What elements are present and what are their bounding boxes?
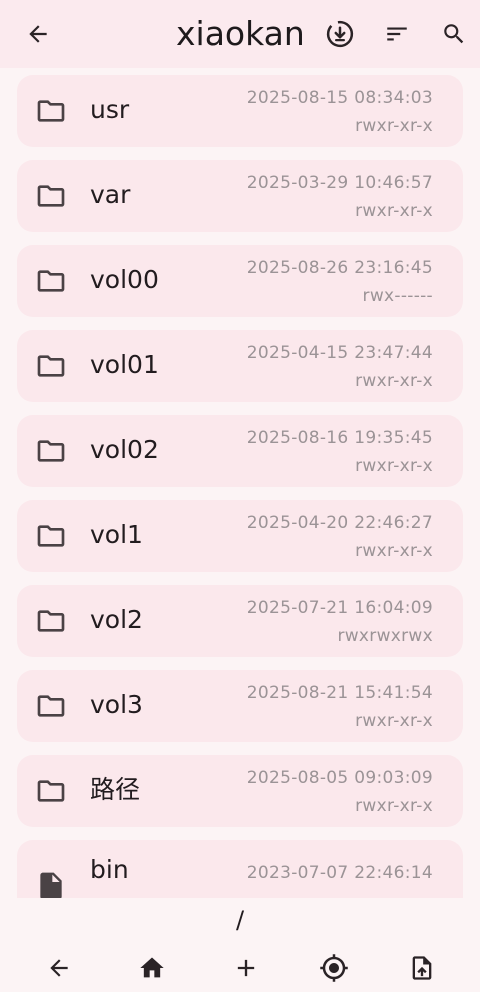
list-item[interactable]: vol2 2025-07-21 16:04:09 rwxrwxrwx (17, 585, 463, 657)
folder-icon (37, 185, 65, 207)
list-item[interactable]: vol00 2025-08-26 23:16:45 rwx------ (17, 245, 463, 317)
folder-icon (37, 355, 65, 377)
file-date: 2025-04-15 23:47:44 (246, 343, 433, 363)
nav-back-button[interactable] (39, 948, 79, 988)
folder-icon (37, 780, 65, 802)
list-item[interactable]: vol02 2025-08-16 19:35:45 rwxr-xr-x (17, 415, 463, 487)
list-item[interactable]: bin 2023-07-07 22:46:14 (17, 840, 463, 898)
back-button[interactable] (14, 10, 62, 58)
file-permissions: rwxrwxrwx (337, 626, 433, 646)
file-date: 2025-08-16 19:35:45 (246, 428, 433, 448)
add-icon (237, 959, 255, 977)
file-date: 2023-07-07 22:46:14 (246, 863, 433, 883)
download-circle-icon (326, 20, 354, 48)
folder-icon (37, 525, 65, 547)
home-icon (140, 957, 164, 978)
bottom-toolbar (0, 946, 480, 992)
file-date: 2025-08-05 09:03:09 (246, 768, 433, 788)
file-date: 2025-04-20 22:46:27 (246, 513, 433, 533)
gps-locate-icon (320, 954, 348, 982)
file-name: vol2 (90, 605, 143, 634)
folder-icon (37, 610, 65, 632)
file-date: 2025-08-15 08:34:03 (246, 88, 433, 108)
file-icon (40, 872, 62, 898)
file-name: 路径 (90, 775, 141, 804)
page-title: xiaokan (176, 14, 305, 53)
file-permissions: rwxr-xr-x (355, 371, 433, 391)
file-name: vol02 (90, 435, 159, 464)
file-permissions: rwxr-xr-x (355, 541, 433, 561)
arrow-back-icon (50, 959, 68, 977)
download-button[interactable] (316, 10, 364, 58)
sort-icon (387, 27, 407, 41)
arrow-back-icon (29, 25, 47, 43)
sort-button[interactable] (373, 10, 421, 58)
file-list: usr 2025-08-15 08:34:03 rwxr-xr-x var 20… (0, 68, 480, 898)
file-name: vol3 (90, 690, 143, 719)
list-item[interactable]: vol3 2025-08-21 15:41:54 rwxr-xr-x (17, 670, 463, 742)
file-name: vol1 (90, 520, 143, 549)
add-button[interactable] (226, 948, 266, 988)
folder-icon (37, 440, 65, 462)
file-name: usr (90, 95, 130, 124)
current-path: / (0, 898, 480, 942)
file-name: vol00 (90, 265, 159, 294)
home-button[interactable] (132, 948, 172, 988)
list-item[interactable]: vol01 2025-04-15 23:47:44 rwxr-xr-x (17, 330, 463, 402)
file-date: 2025-08-26 23:16:45 (246, 258, 433, 278)
folder-icon (37, 270, 65, 292)
file-date: 2025-08-21 15:41:54 (246, 683, 433, 703)
file-name: vol01 (90, 350, 159, 379)
top-app-bar: xiaokan (0, 0, 480, 68)
file-permissions: rwxr-xr-x (355, 201, 433, 221)
file-name: var (90, 180, 131, 209)
search-button[interactable] (430, 10, 478, 58)
list-item[interactable]: usr 2025-08-15 08:34:03 rwxr-xr-x (17, 75, 463, 147)
file-permissions: rwxr-xr-x (355, 456, 433, 476)
list-item[interactable]: vol1 2025-04-20 22:46:27 rwxr-xr-x (17, 500, 463, 572)
file-permissions: rwxr-xr-x (355, 116, 433, 136)
file-upload-icon (412, 956, 432, 980)
file-date: 2025-07-21 16:04:09 (246, 598, 433, 618)
file-permissions: rwx------ (362, 286, 433, 306)
file-permissions: rwxr-xr-x (355, 796, 433, 816)
locate-button[interactable] (314, 948, 354, 988)
search-icon (444, 24, 464, 44)
upload-button[interactable] (402, 948, 442, 988)
file-date: 2025-03-29 10:46:57 (246, 173, 433, 193)
list-item[interactable]: var 2025-03-29 10:46:57 rwxr-xr-x (17, 160, 463, 232)
file-permissions: rwxr-xr-x (355, 711, 433, 731)
file-name: bin (90, 855, 129, 884)
list-item[interactable]: 路径 2025-08-05 09:03:09 rwxr-xr-x (17, 755, 463, 827)
folder-icon (37, 100, 65, 122)
folder-icon (37, 695, 65, 717)
